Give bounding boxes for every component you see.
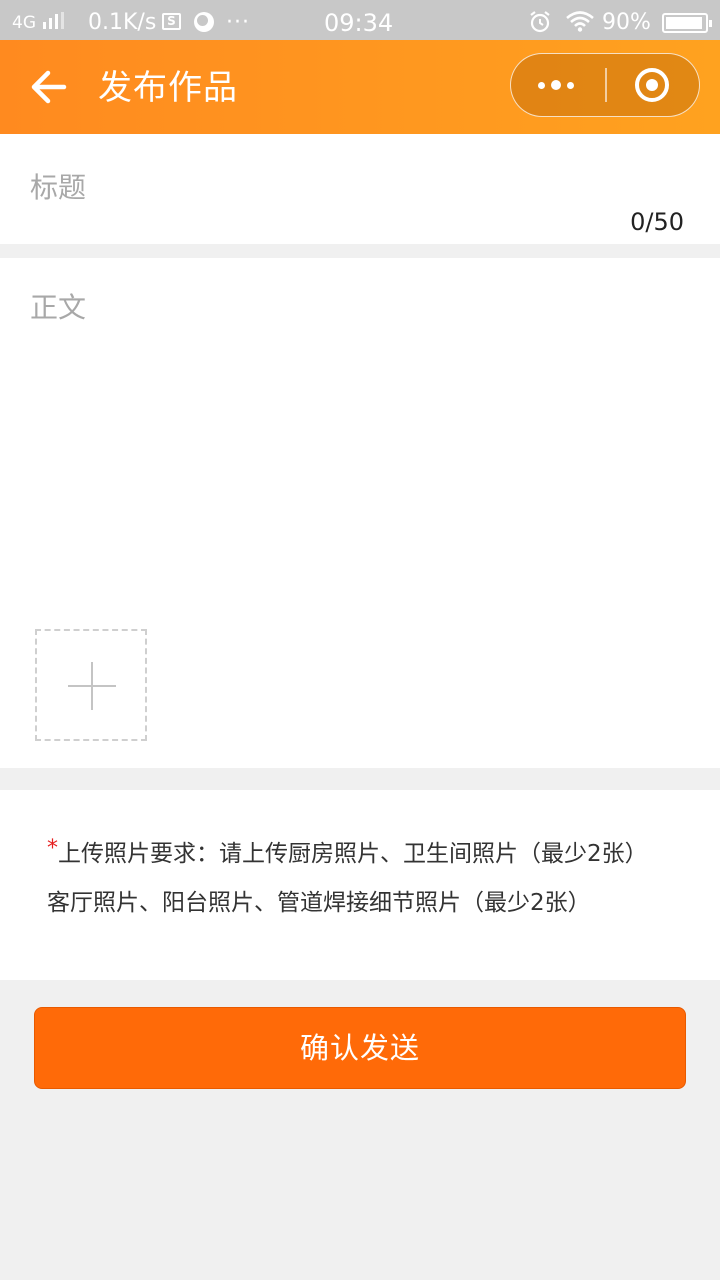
required-asterisk: *: [47, 836, 58, 861]
close-target-icon: [635, 68, 669, 102]
signal-icon: [43, 12, 65, 29]
nav-header: 发布作品: [0, 40, 720, 134]
plus-icon-vertical: [91, 662, 93, 710]
page-title: 发布作品: [98, 68, 238, 108]
network-speed: 0.1K/s: [88, 10, 157, 35]
body-section: [0, 258, 720, 768]
photo-requirements: *上传照片要求：请上传厨房照片、卫生间照片（最少2张） 客厅照片、阳台照片、管道…: [0, 790, 720, 980]
more-dots-icon-right: [567, 82, 574, 89]
arrow-left-icon: [31, 70, 67, 104]
status-bar: 4G 0.1K/s S ··· 09:34 90%: [0, 0, 720, 40]
alarm-icon: [530, 11, 550, 33]
title-char-counter: 0/50: [630, 208, 684, 236]
confirm-send-button[interactable]: 确认发送: [34, 1007, 686, 1089]
s-app-icon: S: [162, 13, 181, 30]
signal-indicator: 4G: [12, 0, 67, 40]
body-textarea[interactable]: [30, 284, 690, 614]
requirements-line-1-text: 上传照片要求：请上传厨房照片、卫生间照片（最少2张）: [58, 841, 648, 867]
requirements-line-1: *上传照片要求：请上传厨房照片、卫生间照片（最少2张）: [47, 830, 707, 879]
network-type: 4G: [12, 13, 36, 33]
battery-icon: [662, 13, 712, 33]
title-input[interactable]: [30, 162, 690, 212]
wifi-icon: [566, 11, 594, 32]
more-dots-icon: [538, 82, 545, 89]
close-button[interactable]: [607, 54, 699, 115]
add-photo-button[interactable]: [35, 629, 147, 741]
more-button[interactable]: [511, 54, 605, 115]
clock: 09:34: [324, 9, 394, 37]
more-dots-icon-center: [551, 80, 561, 90]
back-button[interactable]: [24, 64, 72, 110]
mini-program-capsule: [510, 53, 700, 117]
battery-percent: 90%: [602, 10, 651, 35]
ball-app-icon: [194, 12, 214, 32]
title-section: 0/50: [0, 134, 720, 244]
more-notifications-icon: ···: [226, 10, 250, 35]
requirements-text: *上传照片要求：请上传厨房照片、卫生间照片（最少2张） 客厅照片、阳台照片、管道…: [47, 830, 707, 927]
requirements-line-2: 客厅照片、阳台照片、管道焊接细节照片（最少2张）: [47, 890, 591, 916]
